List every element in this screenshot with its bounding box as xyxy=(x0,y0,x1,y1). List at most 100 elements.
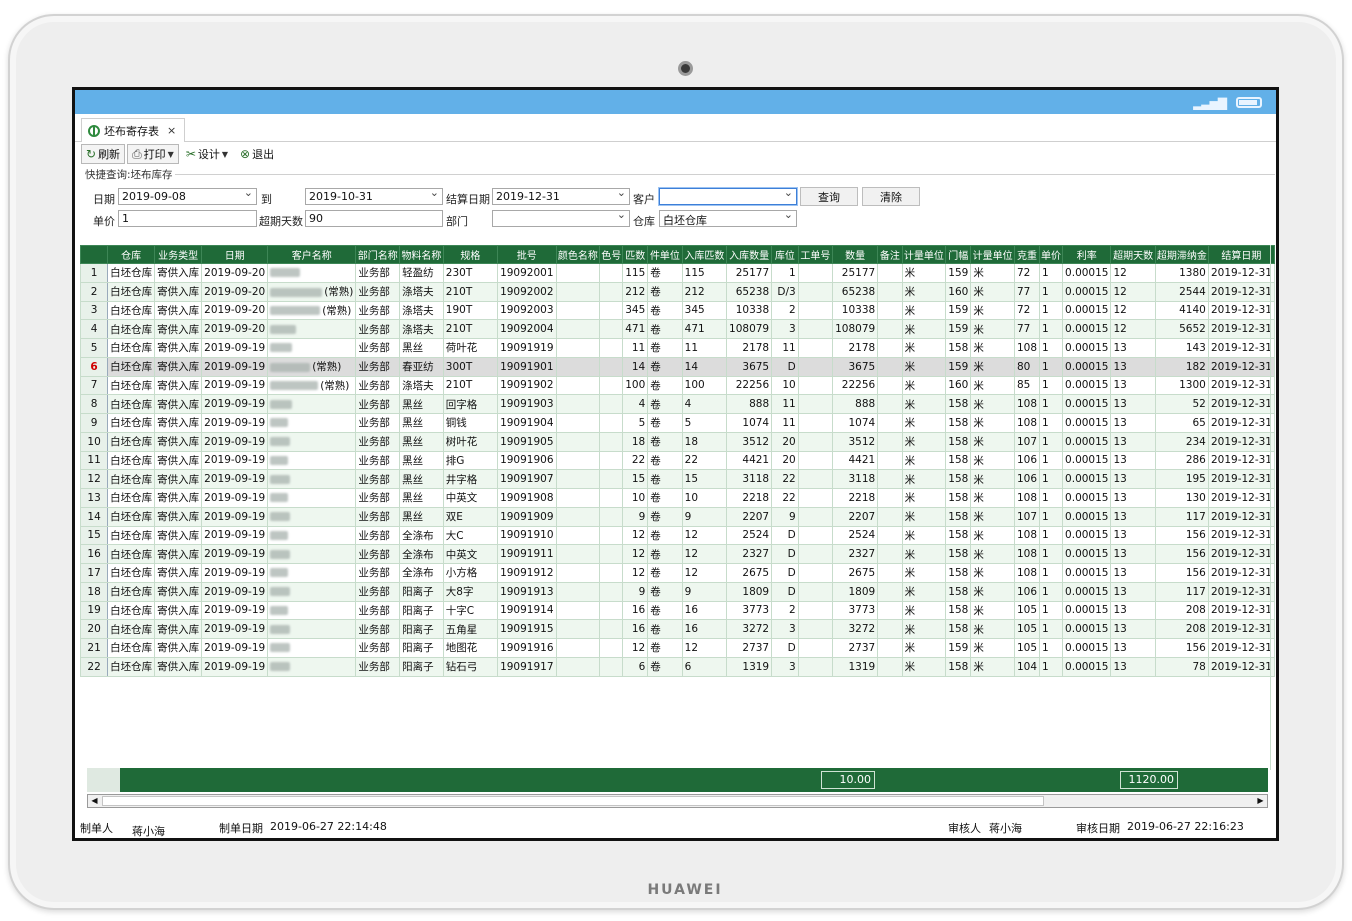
table-cell[interactable]: 3 xyxy=(771,319,799,339)
table-cell[interactable]: 树叶花 xyxy=(442,431,499,452)
table-row[interactable]: 20 白坯仓库 寄供入库 2019-09-19 业务部 阳离子 五角星 19091915 16 卷… xyxy=(80,619,1275,639)
table-cell[interactable]: 寄供入库 xyxy=(154,375,203,396)
table-cell[interactable]: 130 xyxy=(1154,488,1209,508)
column-header[interactable]: 超期天数 xyxy=(1110,245,1156,264)
table-cell[interactable]: (常熟) xyxy=(267,300,357,321)
table-cell[interactable] xyxy=(877,563,903,583)
table-cell[interactable]: 白坯仓库 xyxy=(107,375,156,396)
table-cell[interactable]: 15 xyxy=(622,469,649,489)
table-cell[interactable] xyxy=(599,281,624,302)
table-cell[interactable]: 4140 xyxy=(1154,300,1209,321)
table-cell[interactable]: 104 xyxy=(1013,656,1041,677)
table-cell[interactable]: 0.00015 xyxy=(1062,544,1112,564)
table-cell[interactable]: 钻石弓 xyxy=(442,656,499,677)
row-number[interactable]: 14 xyxy=(80,506,109,527)
table-cell[interactable]: 1 xyxy=(1039,488,1064,508)
table-cell[interactable] xyxy=(555,263,601,283)
table-row[interactable]: 9 白坯仓库 寄供入库 2019-09-19 业务部 黑丝 铜钱 19091904 5 卷 5 107… xyxy=(80,413,1275,433)
table-cell[interactable]: 寄供入库 xyxy=(154,563,203,583)
table-cell[interactable]: 米 xyxy=(970,394,1015,414)
table-cell[interactable]: 寄供入库 xyxy=(154,319,203,339)
table-cell[interactable]: 2327 xyxy=(726,544,773,564)
table-cell[interactable] xyxy=(555,525,601,546)
table-row[interactable]: 13 白坯仓库 寄供入库 2019-09-19 业务部 黑丝 中英文 19091908 10 卷 1… xyxy=(80,488,1275,508)
table-row[interactable]: 19 白坯仓库 寄供入库 2019-09-19 业务部 阳离子 十字C 19091914 16 卷… xyxy=(80,600,1275,621)
table-cell[interactable]: 72 xyxy=(1013,263,1041,283)
table-cell[interactable]: 米 xyxy=(970,263,1015,283)
table-cell[interactable]: 米 xyxy=(901,300,947,321)
table-cell[interactable]: 210T xyxy=(442,319,499,339)
table-cell[interactable]: 卷 xyxy=(647,544,683,564)
table-cell[interactable] xyxy=(877,619,903,639)
table-cell[interactable]: 0.00015 xyxy=(1062,488,1112,508)
table-cell[interactable]: 2019-09-19 xyxy=(201,450,269,471)
table-cell[interactable]: 18 xyxy=(681,431,728,452)
table-cell[interactable]: 2019-09-19 xyxy=(201,338,269,358)
table-cell[interactable]: 双E xyxy=(442,506,499,527)
table-cell[interactable]: (常熟) xyxy=(267,281,357,302)
table-cell[interactable]: 业务部 xyxy=(355,563,401,583)
table-cell[interactable]: 10 xyxy=(771,375,799,396)
column-header[interactable]: 数量 xyxy=(832,245,879,264)
table-cell[interactable]: 白坯仓库 xyxy=(107,281,156,302)
table-row[interactable]: 14 白坯仓库 寄供入库 2019-09-19 业务部 黑丝 双E 19091909 9 卷 9 22… xyxy=(80,506,1275,527)
table-cell[interactable]: 中英文 xyxy=(442,488,499,508)
table-cell[interactable]: 345 xyxy=(681,300,728,321)
table-cell[interactable] xyxy=(599,506,624,527)
table-cell[interactable] xyxy=(797,413,834,433)
table-cell[interactable]: 234 xyxy=(1154,431,1209,452)
table-cell[interactable]: 米 xyxy=(901,375,947,396)
table-cell[interactable]: 108079 xyxy=(832,319,879,339)
table-cell[interactable] xyxy=(267,581,357,602)
table-cell[interactable]: 9 xyxy=(771,506,799,527)
table-cell[interactable]: 0.00015 xyxy=(1062,600,1112,621)
table-cell[interactable]: 16 xyxy=(681,619,728,639)
table-cell[interactable]: 158 xyxy=(945,469,972,489)
table-cell[interactable]: 230T xyxy=(442,263,499,283)
table-cell[interactable]: 2019-09-19 xyxy=(201,581,269,602)
table-cell[interactable]: 2019-12-31 xyxy=(1207,319,1275,339)
table-cell[interactable]: 4 xyxy=(622,394,649,414)
table-cell[interactable]: 3773 xyxy=(726,600,773,621)
table-cell[interactable]: 13 xyxy=(1110,506,1156,527)
table-cell[interactable] xyxy=(797,488,834,508)
column-header[interactable]: 仓库 xyxy=(107,245,156,264)
table-cell[interactable] xyxy=(877,300,903,321)
table-cell[interactable]: 1 xyxy=(1039,356,1064,377)
refresh-button[interactable]: ↻ 刷新 xyxy=(81,144,126,164)
table-cell[interactable]: 白坯仓库 xyxy=(107,488,156,508)
table-cell[interactable] xyxy=(797,281,834,302)
table-cell[interactable]: 0.00015 xyxy=(1062,525,1112,546)
table-cell[interactable]: 2737 xyxy=(726,638,773,658)
table-cell[interactable]: 888 xyxy=(726,394,773,414)
table-cell[interactable]: 2019-09-19 xyxy=(201,638,269,658)
table-row[interactable]: 22 白坯仓库 寄供入库 2019-09-19 业务部 阳离子 钻石弓 19091917 6 卷 6… xyxy=(80,656,1275,677)
column-header[interactable]: 计量单位 xyxy=(901,245,947,264)
table-cell[interactable]: 2019-12-31 xyxy=(1207,450,1275,471)
table-cell[interactable]: 65238 xyxy=(726,281,773,302)
table-cell[interactable]: 2019-09-19 xyxy=(201,525,269,546)
table-cell[interactable]: 65238 xyxy=(832,281,879,302)
table-cell[interactable] xyxy=(599,525,624,546)
table-cell[interactable]: 0.00015 xyxy=(1062,638,1112,658)
table-cell[interactable]: 19091904 xyxy=(497,413,557,433)
table-cell[interactable]: 158 xyxy=(945,544,972,564)
table-cell[interactable]: 108 xyxy=(1013,413,1041,433)
table-cell[interactable]: 全涤布 xyxy=(399,563,444,583)
table-row[interactable]: 15 白坯仓库 寄供入库 2019-09-19 业务部 全涤布 大C 19091910 12 卷 1… xyxy=(80,525,1275,546)
table-cell[interactable]: 白坯仓库 xyxy=(107,338,156,358)
table-cell[interactable]: 13 xyxy=(1110,469,1156,489)
table-cell[interactable]: 井字格 xyxy=(442,469,499,489)
row-number[interactable]: 3 xyxy=(80,300,109,321)
column-header[interactable]: 备注 xyxy=(877,245,903,264)
scrollbar-thumb[interactable] xyxy=(102,796,1044,806)
table-cell[interactable]: 1 xyxy=(1039,563,1064,583)
table-cell[interactable]: 2019-09-19 xyxy=(201,431,269,452)
table-cell[interactable]: 米 xyxy=(970,431,1015,452)
table-row[interactable]: 3 白坯仓库 寄供入库 2019-09-20 (常熟) 业务部 涤塔夫 190T 1909200… xyxy=(80,300,1275,321)
table-cell[interactable] xyxy=(877,356,903,377)
table-cell[interactable]: 471 xyxy=(622,319,649,339)
search-button[interactable]: 查询 xyxy=(800,187,858,206)
table-cell[interactable]: 米 xyxy=(901,506,947,527)
table-cell[interactable]: 卷 xyxy=(647,563,683,583)
